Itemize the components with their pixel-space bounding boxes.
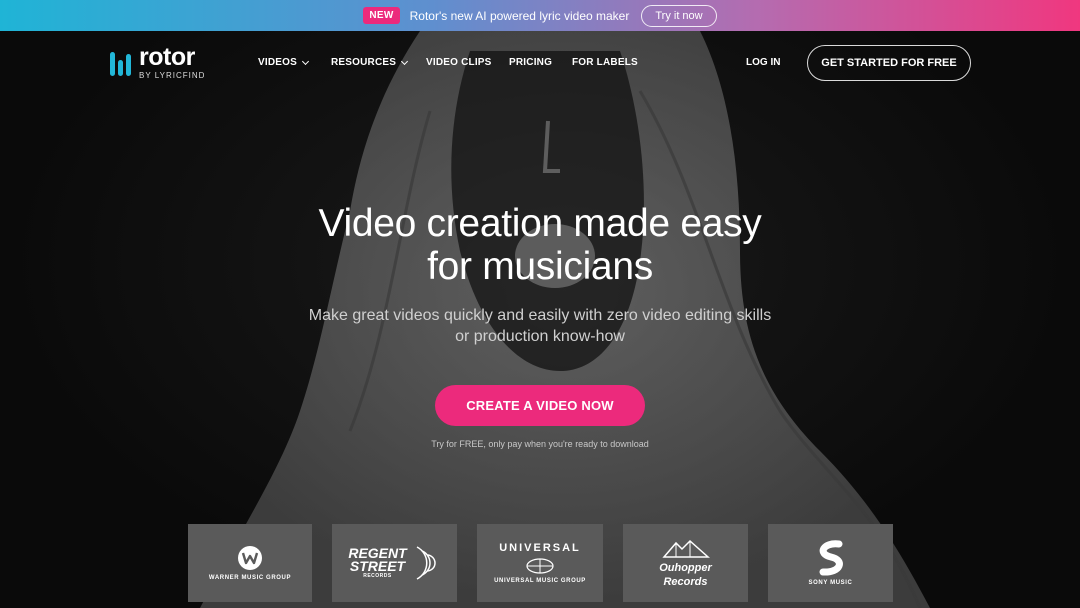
ouhopper-records-logo: Ouhopper Records [623,524,748,602]
rotor-logo[interactable]: rotor BY LYRICFIND [110,45,205,80]
nav-pricing[interactable]: PRICING [509,57,552,68]
chevron-down-icon [401,57,409,65]
nav-videos[interactable]: VIDEOS [258,57,310,68]
top-nav: rotor BY LYRICFIND VIDEOS RESOURCES VIDE… [0,31,1080,95]
sony-music-logo: SONY MUSIC [768,524,893,602]
sony-music-s-icon [819,540,843,576]
nav-resources[interactable]: RESOURCES [331,57,409,68]
get-started-button[interactable]: GET STARTED FOR FREE [807,45,971,81]
try-it-now-button[interactable]: Try it now [641,4,717,27]
logo-tagline: BY LYRICFIND [139,71,206,80]
new-badge: NEW [363,7,400,24]
nav-for-labels[interactable]: FOR LABELS [572,57,638,68]
globe-icon [526,558,554,574]
warner-music-logo: WARNER MUSIC GROUP [188,524,312,602]
create-video-button[interactable]: CREATE A VIDEO NOW [435,385,645,426]
hero-headline: Video creation made easy for musicians [318,202,762,288]
warner-w-icon [238,546,262,570]
announcement-text: Rotor's new AI powered lyric video maker [409,8,630,23]
logo-mark-icon [110,50,131,76]
regent-street-logo: REGENT STREET RECORDS [332,524,457,602]
login-link[interactable]: LOG IN [746,57,780,68]
mountain-icon [661,539,710,558]
hero-subheadline: Make great videos quickly and easily wit… [308,307,772,345]
logo-wordmark: rotor [139,43,195,71]
vinyl-lines-icon [416,546,436,580]
universal-music-logo: UNIVERSAL UNIVERSAL MUSIC GROUP [477,524,603,602]
nav-video-clips[interactable]: VIDEO CLIPS [426,57,492,68]
announcement-bar: NEW Rotor's new AI powered lyric video m… [0,0,1080,31]
cta-note: Try for FREE, only pay when you're ready… [431,439,649,449]
chevron-down-icon [301,57,310,65]
